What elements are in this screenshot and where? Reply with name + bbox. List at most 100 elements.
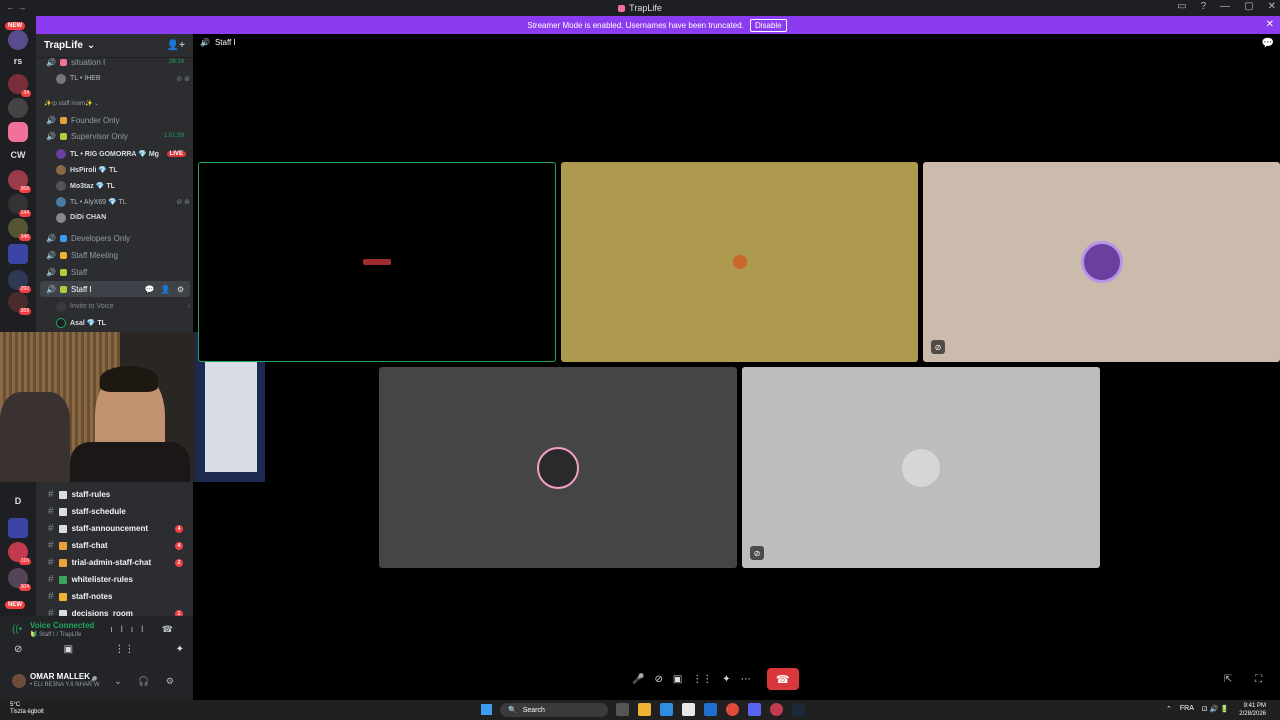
participant-tile[interactable]: ⊘ [742,367,1100,568]
windows-start-icon[interactable] [481,704,492,715]
participant-tile-speaking[interactable] [198,162,556,362]
microphone-icon[interactable]: 🎤 [632,674,644,685]
call-header: 🔊 Staff I [200,38,236,47]
camera-off-icon[interactable]: ⊘ [14,644,22,655]
mail-icon[interactable] [704,703,717,716]
voice-channel[interactable]: 🔊 situation I 28:19 [40,54,190,70]
voice-member[interactable]: TL • AlyX69 💎 TL ⊘ ⊛ [56,194,190,209]
server-initials-rs[interactable]: rs [0,56,36,66]
nav-arrows[interactable]: ← → [6,2,27,12]
text-channel[interactable]: # staff-notes [36,588,193,605]
activity-icon[interactable]: ⋮⋮ [692,674,712,685]
invite-people-icon[interactable]: 👤+ [167,40,185,51]
text-channel[interactable]: # trial-admin-staff-chat 2 [36,554,193,571]
steam-icon[interactable] [792,703,805,716]
server-initials-d[interactable]: D [0,496,36,506]
text-channel[interactable]: # staff-announcement 4 [36,520,193,537]
voice-channel[interactable]: 🔊 Staff Meeting [40,247,190,263]
call-channel-name: Staff I [214,38,236,47]
server-icon[interactable]: 369 [8,292,31,315]
inbox-icon[interactable]: ▭ [1177,1,1186,12]
server-icon[interactable] [8,98,28,118]
emoji-icon [58,490,67,499]
user-name[interactable]: OMAR MALLEK [30,672,90,681]
server-icon[interactable]: 304 [8,568,31,591]
store-icon[interactable] [682,703,695,716]
voice-member[interactable]: Mo3taz 💎 TL [56,178,190,193]
voice-channel-path[interactable]: 🔰 Staff I / TrapLife [30,631,81,638]
voice-member[interactable]: DiDi CHAN [56,210,190,225]
text-channel[interactable]: # staff-schedule [36,503,193,520]
activity-icon[interactable]: ⋮⋮ [114,644,134,655]
screen-share-icon[interactable]: ▣ [64,644,73,655]
server-icon[interactable]: 292 [8,270,31,293]
hash-icon: # [48,489,54,500]
more-options-icon[interactable]: ⋯ [741,674,751,685]
maximize-button[interactable]: ▢ [1244,1,1253,12]
edge-icon[interactable] [660,703,673,716]
soundboard-icon[interactable]: ✦ [722,674,730,685]
help-icon[interactable]: ? [1201,1,1207,12]
voice-channel-active[interactable]: 🔊 Staff I 💬 👤 ⚙ [40,281,190,297]
weather-widget[interactable]: 5°C Tiszta égbolt [10,702,44,716]
minimize-button[interactable]: — [1220,1,1230,12]
voice-channel[interactable]: 🔊 Developers Only [40,230,190,246]
discord-icon[interactable] [748,703,761,716]
taskbar-search[interactable]: 🔍 Search [500,703,608,717]
text-channel[interactable]: # decisions_room 1 [36,605,193,616]
screen-share-icon[interactable]: ▣ [673,674,682,685]
close-icon[interactable]: ✕ [1266,19,1274,30]
file-explorer-icon[interactable] [638,703,651,716]
server-icon[interactable]: 346 [8,218,31,241]
voice-channel[interactable]: 🔊 Supervisor Only 1:01:59 [40,128,190,144]
taskbar-clock[interactable]: 9:41 PM 2/28/2026 [1239,702,1266,718]
invite-label: Invite to Voice [70,303,114,310]
hash-icon: # [48,540,54,551]
server-icon[interactable] [8,30,28,50]
mention-badge: 304 [18,584,31,591]
signal-icon[interactable]: ((• [12,624,22,635]
participant-tile[interactable] [379,367,737,568]
participant-tile[interactable]: ⊘ [923,162,1280,362]
folder-icon[interactable] [8,518,28,538]
close-button[interactable]: ✕ [1268,1,1276,12]
channel-actions[interactable]: 💬 👤 ⚙ [144,285,186,294]
folder-icon[interactable] [8,244,28,264]
tray-expand-icon[interactable]: ⌃ [1166,705,1172,713]
disable-streamer-mode-button[interactable]: Disable [749,18,787,32]
server-icon[interactable]: 34 [8,74,31,97]
voice-channel[interactable]: 🔊 Staff [40,264,190,280]
popout-fullscreen-icons[interactable]: ⇱ ⛶ [1224,674,1272,685]
voice-member[interactable]: HsPiroli 💎 TL [56,162,190,177]
app-icon[interactable] [770,703,783,716]
disconnect-button[interactable]: ☎ [766,668,799,690]
text-channel[interactable]: # whitelister-rules [36,571,193,588]
user-controls[interactable]: 🎤 ⌄ 🎧 ⚙ [86,676,181,687]
server-initials-cw[interactable]: CW [0,150,36,160]
category-header[interactable]: ✨rp staff room✨ ⌄ [44,100,99,107]
server-icon-active[interactable] [8,122,28,142]
participant-tile[interactable] [561,162,918,362]
language-indicator[interactable]: FRA [1180,705,1194,713]
text-channel[interactable]: # staff-rules [36,486,193,503]
voice-member[interactable]: Asal 💎 TL [56,315,190,330]
chat-icon[interactable]: 💬 [1262,38,1274,49]
camera-off-icon[interactable]: ⊘ [654,674,662,685]
voice-status[interactable]: Voice Connected [30,621,94,630]
server-icon[interactable]: 144 [8,194,31,217]
chrome-icon[interactable] [726,703,739,716]
tray-status-icons[interactable]: ⊡ 🔊 🔋 [1202,705,1229,713]
soundboard-icon[interactable]: ✦ [176,644,184,655]
voice-member[interactable]: TL • IHEB ⊘ ⊛ [56,71,190,86]
text-channel[interactable]: # staff-chat 4 [36,537,193,554]
avatar[interactable] [12,674,26,688]
task-view-icon[interactable] [616,703,629,716]
invite-to-voice[interactable]: Invite to Voice › [56,299,190,314]
server-icon[interactable]: 116 [8,542,31,565]
voice-panel-icons[interactable]: ılıl ☎ [110,624,181,635]
channel-name: whitelister-rules [71,575,133,584]
voice-member[interactable]: TL • RIG GOMORRA 💎 Mg LIVE [56,146,190,161]
avatar [1080,241,1123,283]
server-icon[interactable]: 368 [8,170,31,193]
voice-channel[interactable]: 🔊 Founder Only [40,112,190,128]
